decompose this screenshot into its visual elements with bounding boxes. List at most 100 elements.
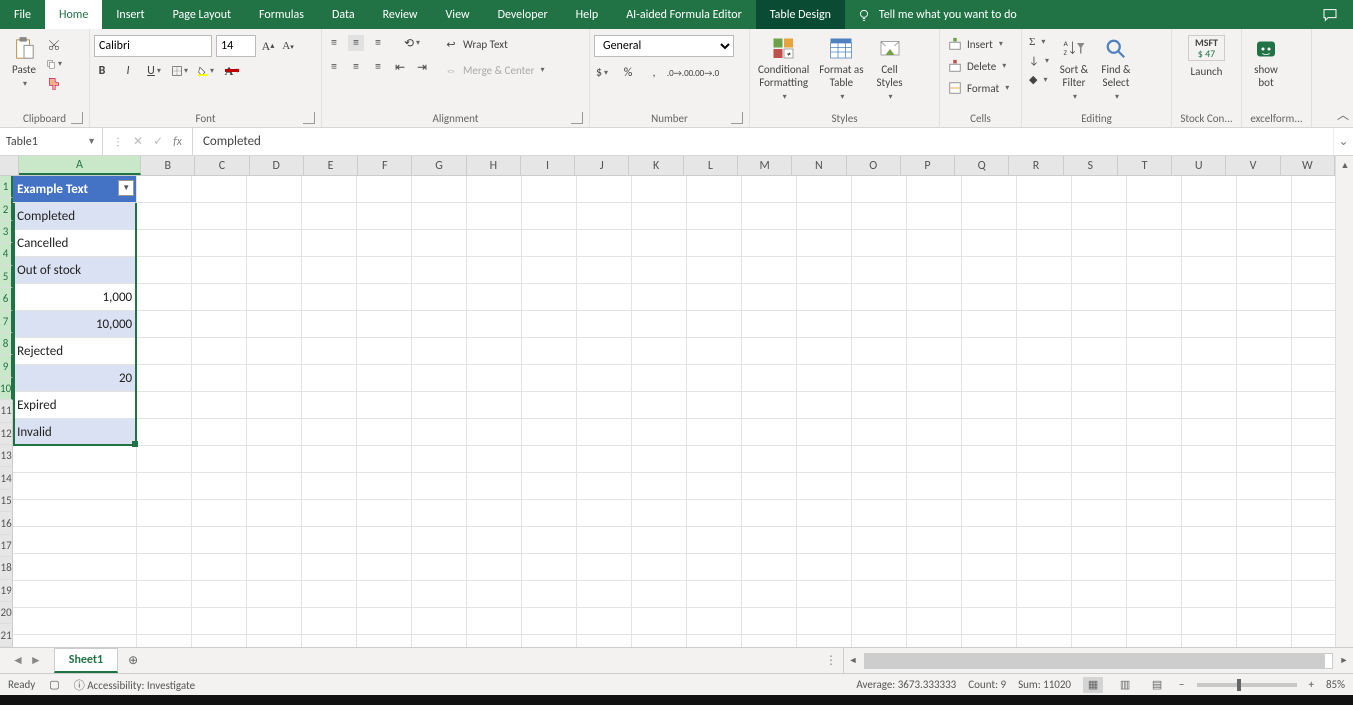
cell-T17[interactable]	[1127, 608, 1182, 635]
cell-U4[interactable]	[1182, 257, 1237, 284]
cell-S9[interactable]	[1072, 392, 1127, 419]
cell-G15[interactable]	[412, 554, 467, 581]
cell-styles-button[interactable]: Cell Styles▾	[870, 35, 910, 106]
cell-L17[interactable]	[687, 608, 742, 635]
cell-U10[interactable]	[1182, 419, 1237, 446]
column-header-U[interactable]: U	[1172, 156, 1226, 175]
cell-F5[interactable]	[357, 284, 412, 311]
cell-M10[interactable]	[742, 419, 797, 446]
cell-E8[interactable]	[302, 365, 357, 392]
cell-T10[interactable]	[1127, 419, 1182, 446]
cell-L6[interactable]	[687, 311, 742, 338]
cell-W13[interactable]	[1292, 500, 1335, 527]
cell-L12[interactable]	[687, 473, 742, 500]
cell-S4[interactable]	[1072, 257, 1127, 284]
tab-page-layout[interactable]: Page Layout	[159, 0, 245, 29]
cell-I7[interactable]	[522, 338, 577, 365]
row-header-19[interactable]: 19	[0, 580, 13, 602]
cell-A10[interactable]: Invalid	[13, 419, 137, 446]
cell-J15[interactable]	[577, 554, 632, 581]
column-header-W[interactable]: W	[1281, 156, 1335, 175]
cell-A16[interactable]	[13, 581, 137, 608]
cell-D1[interactable]	[247, 176, 302, 203]
decrease-decimal-icon[interactable]: .00→.0	[698, 65, 714, 81]
cell-G4[interactable]	[412, 257, 467, 284]
tab-review[interactable]: Review	[369, 0, 432, 29]
column-header-F[interactable]: F	[358, 156, 412, 175]
cell-F2[interactable]	[357, 203, 412, 230]
format-as-table-button[interactable]: Format as Table▾	[815, 35, 867, 106]
cell-N8[interactable]	[797, 365, 852, 392]
cell-U3[interactable]	[1182, 230, 1237, 257]
cell-V13[interactable]	[1237, 500, 1292, 527]
cell-K10[interactable]	[632, 419, 687, 446]
cell-I8[interactable]	[522, 365, 577, 392]
cell-K1[interactable]	[632, 176, 687, 203]
format-painter-icon[interactable]	[46, 75, 62, 91]
cell-S10[interactable]	[1072, 419, 1127, 446]
tab-file[interactable]: File	[0, 0, 45, 29]
cell-M13[interactable]	[742, 500, 797, 527]
align-right-icon[interactable]: ≡	[370, 59, 386, 75]
cell-K2[interactable]	[632, 203, 687, 230]
cell-P5[interactable]	[907, 284, 962, 311]
cell-F15[interactable]	[357, 554, 412, 581]
cell-F1[interactable]	[357, 176, 412, 203]
increase-indent-icon[interactable]: ⇥	[414, 59, 430, 75]
cell-V14[interactable]	[1237, 527, 1292, 554]
cell-B18[interactable]	[137, 635, 192, 647]
cell-T14[interactable]	[1127, 527, 1182, 554]
cell-G12[interactable]	[412, 473, 467, 500]
cell-W3[interactable]	[1292, 230, 1335, 257]
cell-L1[interactable]	[687, 176, 742, 203]
cell-O3[interactable]	[852, 230, 907, 257]
cell-J4[interactable]	[577, 257, 632, 284]
increase-font-icon[interactable]: A▴	[260, 38, 276, 54]
row-header-20[interactable]: 20	[0, 602, 13, 624]
column-header-B[interactable]: B	[141, 156, 195, 175]
cell-C7[interactable]	[192, 338, 247, 365]
cell-R4[interactable]	[1017, 257, 1072, 284]
cell-B4[interactable]	[137, 257, 192, 284]
cell-L13[interactable]	[687, 500, 742, 527]
cell-E10[interactable]	[302, 419, 357, 446]
cell-G18[interactable]	[412, 635, 467, 647]
accessibility-status[interactable]: ⓘ Accessibility: Investigate	[74, 677, 195, 693]
normal-view-icon[interactable]: ▦	[1083, 677, 1103, 693]
cell-J3[interactable]	[577, 230, 632, 257]
cell-S5[interactable]	[1072, 284, 1127, 311]
cell-L11[interactable]	[687, 446, 742, 473]
cell-J5[interactable]	[577, 284, 632, 311]
row-header-16[interactable]: 16	[0, 512, 13, 534]
tab-scroll-split-icon[interactable]: ⋮	[819, 648, 843, 673]
cell-B1[interactable]	[137, 176, 192, 203]
cell-Q18[interactable]	[962, 635, 1017, 647]
cell-K9[interactable]	[632, 392, 687, 419]
cell-B10[interactable]	[137, 419, 192, 446]
cell-W17[interactable]	[1292, 608, 1335, 635]
cell-E5[interactable]	[302, 284, 357, 311]
column-header-R[interactable]: R	[1009, 156, 1063, 175]
cell-B2[interactable]	[137, 203, 192, 230]
comments-icon[interactable]	[1307, 0, 1353, 29]
cell-I2[interactable]	[522, 203, 577, 230]
cell-J9[interactable]	[577, 392, 632, 419]
cell-O18[interactable]	[852, 635, 907, 647]
cell-G1[interactable]	[412, 176, 467, 203]
cell-U1[interactable]	[1182, 176, 1237, 203]
cell-D11[interactable]	[247, 446, 302, 473]
cell-M2[interactable]	[742, 203, 797, 230]
cell-T7[interactable]	[1127, 338, 1182, 365]
cell-A3[interactable]: Cancelled	[13, 230, 137, 257]
align-left-icon[interactable]: ≡	[326, 59, 342, 75]
cell-M1[interactable]	[742, 176, 797, 203]
column-header-C[interactable]: C	[195, 156, 249, 175]
cell-W1[interactable]	[1292, 176, 1335, 203]
scroll-left-icon[interactable]: ◄	[844, 652, 862, 670]
row-header-4[interactable]: 4	[0, 243, 13, 265]
font-name-input[interactable]	[94, 35, 212, 57]
cell-J8[interactable]	[577, 365, 632, 392]
column-header-I[interactable]: I	[521, 156, 575, 175]
cell-B15[interactable]	[137, 554, 192, 581]
cell-I6[interactable]	[522, 311, 577, 338]
